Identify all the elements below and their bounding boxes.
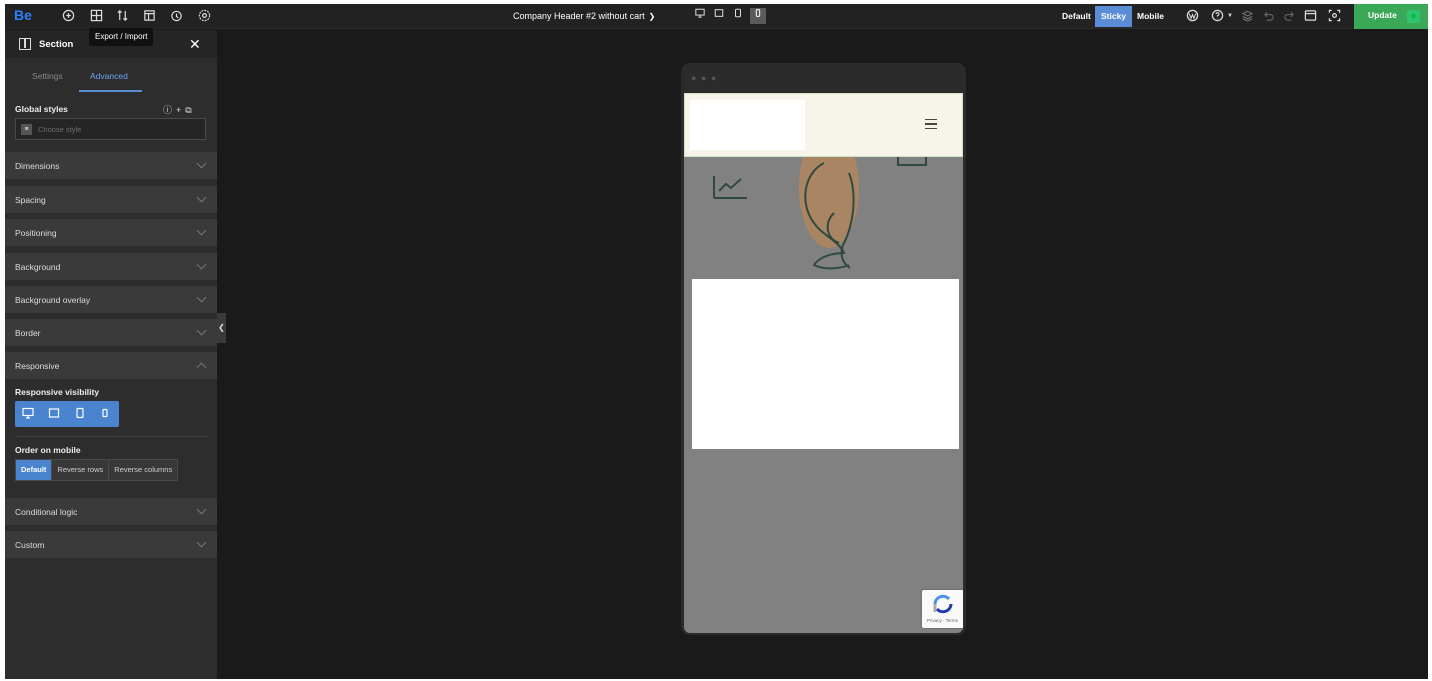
order-on-mobile-options: Default Reverse rows Reverse columns: [15, 459, 179, 481]
mobile-preview-frame: ● ● ● Privacy - Terms: [681, 63, 966, 635]
sidebar-collapse-handle[interactable]: ❮: [217, 313, 226, 343]
export-import-icon[interactable]: [115, 9, 129, 23]
responsive-visibility-label: Responsive visibility: [15, 387, 100, 397]
layers-icon[interactable]: [1240, 9, 1254, 23]
template-icon[interactable]: [142, 9, 156, 23]
top-toolbar: Be Company Header #2 without cart ❯ Defa…: [5, 4, 1428, 29]
recaptcha-text[interactable]: Privacy - Terms: [927, 618, 958, 623]
tab-settings[interactable]: Settings: [32, 71, 63, 81]
tablet-visibility-toggle[interactable]: [73, 407, 87, 421]
laptop-visibility-toggle[interactable]: [47, 407, 61, 421]
accordion-background-overlay[interactable]: Background overlay: [5, 286, 217, 313]
recaptcha-icon: [933, 594, 953, 614]
accordion-label: Conditional logic: [15, 507, 78, 517]
desktop-visibility-toggle[interactable]: [21, 407, 35, 421]
mode-mobile-button[interactable]: Mobile: [1131, 6, 1170, 27]
mobile-visibility-toggle[interactable]: [98, 407, 112, 421]
accordion-border[interactable]: Border: [5, 319, 217, 346]
layout-icon[interactable]: [89, 9, 103, 23]
document-title-dropdown[interactable]: Company Header #2 without cart ❯: [513, 11, 655, 21]
accordion-responsive[interactable]: Responsive: [5, 352, 217, 379]
undo-icon[interactable]: [1261, 9, 1275, 23]
accordion-dimensions[interactable]: Dimensions: [5, 152, 217, 179]
window-dots: ● ● ●: [691, 73, 718, 83]
chevron-down-icon: ❯: [648, 12, 656, 21]
sidebar-title: Section: [39, 39, 74, 50]
global-styles-actions: ⓘ+⧉: [163, 103, 196, 116]
preview-icon[interactable]: [1303, 9, 1317, 23]
desktop-view-button[interactable]: [692, 8, 708, 24]
accordion-label: Spacing: [15, 195, 46, 205]
sidebar-header: Section Export / Import ✕: [5, 28, 217, 58]
section-icon: [19, 38, 31, 50]
document-title: Company Header #2 without cart: [513, 11, 645, 21]
accordion-label: Custom: [15, 540, 45, 550]
chevron-down-icon: [196, 192, 207, 203]
plus-icon[interactable]: +: [176, 105, 185, 115]
list-icon: ≡: [21, 124, 32, 135]
accordion-label: Border: [15, 328, 41, 338]
accordion-spacing[interactable]: Spacing: [5, 186, 217, 213]
betheme-logo[interactable]: Be: [14, 7, 32, 23]
recaptcha-badge[interactable]: Privacy - Terms: [922, 590, 963, 628]
sidebar-tabs: Settings Advanced: [5, 60, 217, 92]
content-block-preview[interactable]: [692, 279, 959, 449]
chevron-down-icon: [196, 259, 207, 270]
divider: [15, 436, 209, 437]
order-on-mobile-label: Order on mobile: [15, 445, 81, 455]
accordion-custom[interactable]: Custom: [5, 531, 217, 558]
wordpress-icon[interactable]: [1185, 9, 1199, 23]
preview-screen: Privacy - Terms: [684, 93, 963, 633]
accordion-label: Positioning: [15, 228, 57, 238]
sidebar-panel: Section Export / Import ✕ Settings Advan…: [5, 28, 217, 679]
chevron-down-icon: [196, 504, 207, 515]
help-caret-icon[interactable]: ▼: [1223, 9, 1237, 23]
update-options-icon[interactable]: ◉: [1407, 10, 1420, 23]
close-icon[interactable]: ✕: [189, 36, 201, 53]
chevron-down-icon: [196, 225, 207, 236]
accordion-label: Background overlay: [15, 295, 91, 305]
chevron-down-icon: [196, 292, 207, 303]
mode-default-button[interactable]: Default: [1056, 6, 1097, 27]
mode-sticky-button[interactable]: Sticky: [1095, 6, 1133, 27]
settings-gear-icon[interactable]: [197, 9, 211, 23]
accordion-label: Dimensions: [15, 161, 60, 171]
site-logo-placeholder: [690, 100, 805, 150]
tab-advanced[interactable]: Advanced: [90, 71, 128, 81]
global-styles-placeholder: Choose style: [38, 125, 82, 134]
accordion-label: Background: [15, 262, 61, 272]
order-default-button[interactable]: Default: [16, 460, 53, 480]
accordion-label: Responsive: [15, 361, 60, 371]
order-reverse-rows-button[interactable]: Reverse rows: [52, 460, 110, 480]
site-header-preview[interactable]: [684, 93, 963, 157]
history-icon[interactable]: [169, 9, 183, 23]
help-icon[interactable]: [1210, 9, 1224, 23]
global-styles-label: Global styles: [15, 104, 68, 114]
owl-illustration: [713, 153, 927, 270]
mobile-view-button[interactable]: [750, 8, 766, 24]
laptop-view-button[interactable]: [711, 8, 727, 24]
accordion-conditional-logic[interactable]: Conditional logic: [5, 498, 217, 525]
screenshot-icon[interactable]: [1327, 9, 1341, 23]
redo-icon[interactable]: [1282, 9, 1296, 23]
export-import-tooltip: Export / Import: [89, 28, 154, 46]
accordion-positioning[interactable]: Positioning: [5, 219, 217, 246]
active-tab-indicator: [79, 90, 142, 92]
accordion-background[interactable]: Background: [5, 253, 217, 280]
responsive-visibility-toggles: [15, 401, 119, 427]
tablet-view-button[interactable]: [730, 8, 746, 24]
chevron-down-icon: [196, 325, 207, 336]
order-reverse-columns-button[interactable]: Reverse columns: [109, 460, 178, 480]
chevron-down-icon: [196, 537, 207, 548]
copy-icon[interactable]: ⧉: [185, 105, 195, 115]
global-styles-select[interactable]: ≡ Choose style: [15, 118, 206, 140]
add-icon[interactable]: [61, 9, 75, 23]
chevron-down-icon: [196, 158, 207, 169]
builder-app: Be Company Header #2 without cart ❯ Defa…: [5, 4, 1428, 679]
hamburger-menu-icon[interactable]: [925, 119, 937, 132]
chevron-up-icon: [196, 362, 207, 373]
help-icon[interactable]: ⓘ: [163, 105, 176, 115]
